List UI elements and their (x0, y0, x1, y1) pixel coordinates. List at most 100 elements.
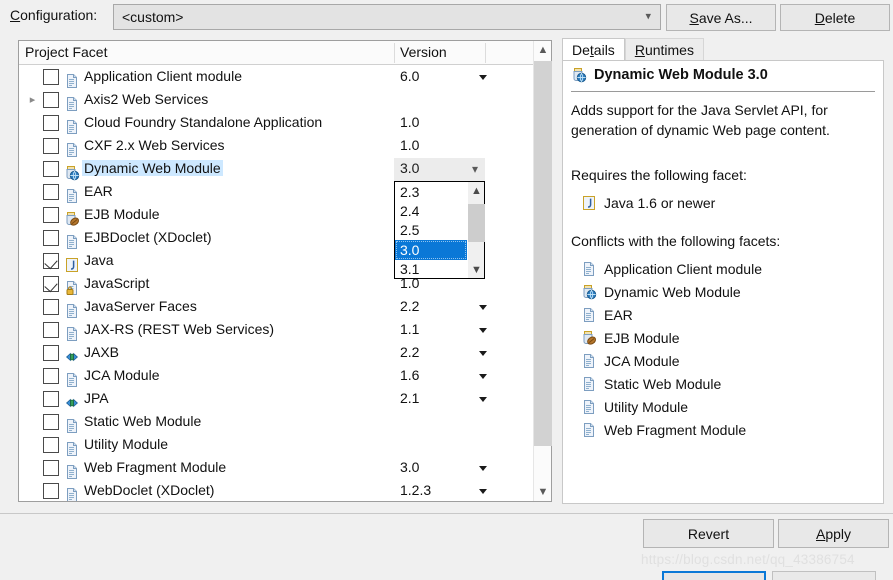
facet-checkbox[interactable] (43, 92, 59, 108)
table-row[interactable]: JAX-RS (REST Web Services) 1.1 (19, 319, 532, 342)
version-dropdown-caret-icon[interactable] (479, 328, 487, 333)
column-header-project-facet[interactable]: Project Facet (25, 44, 107, 60)
apply-button[interactable]: Apply (778, 519, 889, 548)
version-dropdown-list[interactable]: 2.3 2.4 2.5 3.0 3.1 ▲ ▼ (394, 181, 485, 279)
requires-list: Java 1.6 or newer (581, 191, 715, 214)
dropdown-scrollbar[interactable]: ▲ ▼ (467, 182, 485, 278)
required-facet-item: Java 1.6 or newer (581, 191, 715, 214)
facet-checkbox[interactable] (43, 345, 59, 361)
dropdown-option[interactable]: 2.5 (395, 221, 467, 240)
version-dropdown-caret-icon[interactable] (479, 489, 487, 494)
tab-runtimes[interactable]: Runtimes (624, 38, 704, 61)
expand-arrow-icon[interactable]: ▸ (26, 95, 39, 106)
doc-icon (64, 372, 80, 388)
configuration-combobox[interactable]: <custom> ▾ (113, 4, 661, 30)
java-icon (64, 257, 80, 273)
header-divider (485, 43, 486, 63)
scroll-down-icon[interactable]: ▼ (534, 483, 552, 501)
revert-button[interactable]: Revert (643, 519, 774, 548)
details-divider (571, 91, 875, 92)
facet-checkbox[interactable] (43, 483, 59, 499)
facet-label: Application Client module (84, 68, 242, 84)
conflicts-heading: Conflicts with the following facets: (571, 233, 781, 249)
table-row[interactable]: Static Web Module (19, 411, 532, 434)
details-title: Dynamic Web Module 3.0 (571, 67, 768, 83)
facet-checkbox[interactable] (43, 414, 59, 430)
javascript-icon (64, 280, 80, 296)
facet-checkbox[interactable] (43, 230, 59, 246)
table-row[interactable]: JavaServer Faces 2.2 (19, 296, 532, 319)
table-row[interactable]: JCA Module 1.6 (19, 365, 532, 388)
facet-label: Java (84, 252, 114, 268)
table-row[interactable]: JPA 2.1 (19, 388, 532, 411)
doc-icon (581, 307, 597, 323)
header-divider (394, 43, 395, 63)
facet-checkbox[interactable] (43, 115, 59, 131)
table-row[interactable]: WebDoclet (XDoclet) 1.2.3 (19, 480, 532, 501)
dropdown-option[interactable]: 3.1 (395, 260, 467, 279)
delete-button[interactable]: Delete (780, 4, 890, 31)
facet-checkbox[interactable] (43, 184, 59, 200)
arrows-icon (64, 349, 80, 365)
facet-label: EJBDoclet (XDoclet) (84, 229, 212, 245)
table-row[interactable]: ▸ Axis2 Web Services (19, 89, 532, 112)
version-dropdown-caret-icon[interactable] (479, 374, 487, 379)
doc-icon (581, 376, 597, 392)
facet-checkbox[interactable] (43, 299, 59, 315)
chevron-down-icon: ▾ (471, 162, 478, 176)
facet-checkbox[interactable] (43, 161, 59, 177)
facet-label: JCA Module (84, 367, 160, 383)
save-as-button[interactable]: Save As... (666, 4, 776, 31)
version-dropdown-caret-icon[interactable] (479, 305, 487, 310)
facet-checkbox[interactable] (43, 322, 59, 338)
version-dropdown-caret-icon[interactable] (479, 351, 487, 356)
details-tabstrip: Details Runtimes (562, 38, 704, 61)
footer-separator (0, 513, 893, 514)
table-row[interactable]: Utility Module (19, 434, 532, 457)
facet-checkbox[interactable] (43, 253, 59, 269)
table-row[interactable]: Dynamic Web Module 3.0 ▾ (19, 158, 532, 181)
facet-checkbox[interactable] (43, 368, 59, 384)
conflicting-facet-item-label: Static Web Module (604, 375, 722, 392)
ok-button-partial[interactable] (662, 571, 766, 580)
column-header-version[interactable]: Version (400, 44, 447, 60)
scrollbar-thumb[interactable] (534, 61, 552, 446)
table-vertical-scrollbar[interactable]: ▲ ▼ (533, 41, 552, 501)
doc-icon (581, 422, 597, 438)
table-row[interactable]: CXF 2.x Web Services 1.0 (19, 135, 532, 158)
facet-checkbox[interactable] (43, 138, 59, 154)
dropdown-option[interactable]: 3.0 (395, 240, 467, 260)
doc-icon (64, 303, 80, 319)
tab-details[interactable]: Details (562, 38, 625, 61)
scroll-down-icon[interactable]: ▼ (468, 261, 485, 278)
facet-checkbox[interactable] (43, 69, 59, 85)
arrows-icon (64, 395, 80, 411)
facet-label: Web Fragment Module (84, 459, 227, 475)
scrollbar-thumb[interactable] (468, 204, 485, 242)
facet-checkbox[interactable] (43, 276, 59, 292)
facet-checkbox[interactable] (43, 391, 59, 407)
scroll-up-icon[interactable]: ▲ (468, 182, 485, 199)
scroll-up-icon[interactable]: ▲ (534, 41, 552, 59)
cancel-button-partial[interactable] (772, 571, 876, 580)
facet-checkbox[interactable] (43, 207, 59, 223)
facet-checkbox[interactable] (43, 437, 59, 453)
configuration-value: <custom> (122, 9, 184, 25)
conflicting-facet-item-label: JCA Module (604, 352, 680, 369)
conflicting-facet-item: Application Client module (581, 257, 762, 280)
facet-checkbox[interactable] (43, 460, 59, 476)
dropdown-option[interactable]: 2.3 (395, 182, 467, 201)
version-dropdown-caret-icon[interactable] (479, 75, 487, 80)
facet-label: JAXB (84, 344, 120, 360)
web-module-icon (581, 284, 597, 300)
facet-label: Static Web Module (84, 413, 202, 429)
table-row[interactable]: Cloud Foundry Standalone Application 1.0 (19, 112, 532, 135)
dropdown-option[interactable]: 2.4 (395, 201, 467, 220)
version-dropdown-caret-icon[interactable] (479, 466, 487, 471)
version-combobox[interactable]: 3.0 ▾ (394, 158, 485, 181)
table-row[interactable]: JAXB 2.2 (19, 342, 532, 365)
facet-version: 1.2.3 (400, 482, 432, 498)
table-row[interactable]: Application Client module 6.0 (19, 66, 532, 89)
table-row[interactable]: Web Fragment Module 3.0 (19, 457, 532, 480)
version-dropdown-caret-icon[interactable] (479, 397, 487, 402)
